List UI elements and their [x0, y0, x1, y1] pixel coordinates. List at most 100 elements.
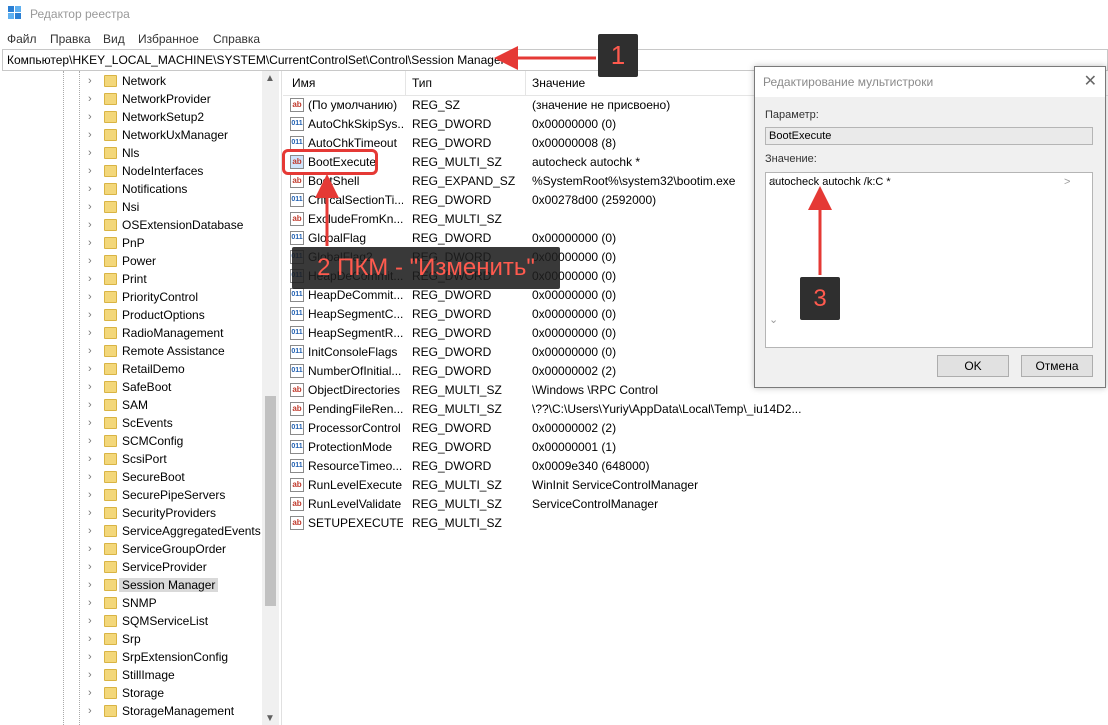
tree-item[interactable]: › OSExtensionDatabase [0, 216, 260, 234]
column-name[interactable]: Имя [292, 76, 315, 90]
expand-chevron-icon[interactable]: › [88, 562, 98, 573]
tree-item[interactable]: › SQMServiceList [0, 612, 260, 630]
tree-item[interactable]: › Srp [0, 630, 260, 648]
column-divider[interactable] [405, 71, 406, 95]
expand-chevron-icon[interactable]: › [88, 130, 98, 141]
scroll-down-icon[interactable]: ▼ [265, 713, 275, 724]
menu-edit[interactable]: Правка [50, 32, 91, 46]
menu-view[interactable]: Вид [103, 32, 125, 46]
tree-item[interactable]: › RetailDemo [0, 360, 260, 378]
expand-chevron-icon[interactable]: › [88, 526, 98, 537]
expand-chevron-icon[interactable]: › [88, 436, 98, 447]
expand-chevron-icon[interactable]: › [88, 454, 98, 465]
expand-chevron-icon[interactable]: › [88, 670, 98, 681]
scroll-up-icon[interactable]: ▲ [265, 73, 275, 84]
expand-chevron-icon[interactable]: › [88, 508, 98, 519]
expand-chevron-icon[interactable]: › [88, 220, 98, 231]
expand-chevron-icon[interactable]: › [88, 292, 98, 303]
expand-chevron-icon[interactable]: › [88, 76, 98, 87]
tree-item[interactable]: › NetworkUxManager [0, 126, 260, 144]
tree-item[interactable]: › ProductOptions [0, 306, 260, 324]
expand-chevron-icon[interactable]: › [88, 202, 98, 213]
tree-item[interactable]: › NodeInterfaces [0, 162, 260, 180]
tree-item[interactable]: › SCMConfig [0, 432, 260, 450]
tree-item[interactable]: › SecurePipeServers [0, 486, 260, 504]
expand-chevron-icon[interactable]: › [88, 580, 98, 591]
expand-chevron-icon[interactable]: › [88, 112, 98, 123]
scroll-left-icon[interactable]: < [772, 176, 778, 346]
expand-chevron-icon[interactable]: › [88, 166, 98, 177]
tree-item[interactable]: › StorageManagement [0, 702, 260, 720]
tree-item[interactable]: › Session Manager [0, 576, 260, 594]
expand-chevron-icon[interactable]: › [88, 598, 98, 609]
table-row[interactable]: ab SETUPEXECUTE REG_MULTI_SZ [283, 514, 1108, 533]
menu-file[interactable]: Файл [7, 32, 37, 46]
tree-item[interactable]: › Print [0, 270, 260, 288]
tree-scrollbar[interactable]: ▲ ▼ [262, 71, 279, 725]
expand-chevron-icon[interactable]: › [88, 256, 98, 267]
expand-chevron-icon[interactable]: › [88, 238, 98, 249]
expand-chevron-icon[interactable]: › [88, 382, 98, 393]
tree-item[interactable]: › NetworkProvider [0, 90, 260, 108]
table-row[interactable]: ab RunLevelExecute REG_MULTI_SZ WinInit Ser… [283, 476, 1108, 495]
tree-item[interactable]: › RadioManagement [0, 324, 260, 342]
scrollbar-thumb[interactable] [265, 396, 276, 606]
expand-chevron-icon[interactable]: › [88, 94, 98, 105]
expand-chevron-icon[interactable]: › [88, 706, 98, 717]
tree-item[interactable]: › ServiceGroupOrder [0, 540, 260, 558]
tree-item[interactable]: › Notifications [0, 180, 260, 198]
tree-item[interactable]: › Power [0, 252, 260, 270]
expand-chevron-icon[interactable]: › [88, 652, 98, 663]
tree-item[interactable]: › StillImage [0, 666, 260, 684]
expand-chevron-icon[interactable]: › [88, 688, 98, 699]
tree-item[interactable]: › SrpExtensionConfig [0, 648, 260, 666]
column-type[interactable]: Тип [412, 76, 432, 90]
expand-chevron-icon[interactable]: › [88, 310, 98, 321]
expand-chevron-icon[interactable]: › [88, 274, 98, 285]
tree-item[interactable]: › ServiceProvider [0, 558, 260, 576]
expand-chevron-icon[interactable]: › [88, 184, 98, 195]
tree-item[interactable]: › Network [0, 72, 260, 90]
ok-button[interactable]: OK [937, 355, 1009, 377]
cancel-button[interactable]: Отмена [1021, 355, 1093, 377]
table-row[interactable]: ab RunLevelValidate REG_MULTI_SZ ServiceCon… [283, 495, 1108, 514]
scroll-up-icon[interactable]: ⌃ [769, 176, 1090, 189]
expand-chevron-icon[interactable]: › [88, 418, 98, 429]
tree-item[interactable]: › NetworkSetup2 [0, 108, 260, 126]
expand-chevron-icon[interactable]: › [88, 616, 98, 627]
tree-item[interactable]: › SafeBoot [0, 378, 260, 396]
table-row[interactable]: 011 ResourceTimeo... REG_DWORD 0x0009e340 (… [283, 457, 1108, 476]
expand-chevron-icon[interactable]: › [88, 544, 98, 555]
expand-chevron-icon[interactable]: › [88, 472, 98, 483]
tree-item[interactable]: › PnP [0, 234, 260, 252]
close-icon[interactable]: ✕ [1084, 71, 1097, 91]
tree-item[interactable]: › SAM [0, 396, 260, 414]
expand-chevron-icon[interactable]: › [88, 490, 98, 501]
value-textarea[interactable]: autocheck autochk /k:C * ⌃ ⌄ < > [765, 172, 1093, 348]
table-row[interactable]: ab PendingFileRen... REG_MULTI_SZ \??\C:\Us… [283, 400, 1108, 419]
tree-item[interactable]: › Remote Assistance [0, 342, 260, 360]
tree-item[interactable]: › PriorityControl [0, 288, 260, 306]
expand-chevron-icon[interactable]: › [88, 634, 98, 645]
tree-item[interactable]: › Nls [0, 144, 260, 162]
expand-chevron-icon[interactable]: › [88, 148, 98, 159]
table-row[interactable]: 011 ProcessorControl REG_DWORD 0x00000002 (… [283, 419, 1108, 438]
expand-chevron-icon[interactable]: › [88, 346, 98, 357]
expand-chevron-icon[interactable]: › [88, 400, 98, 411]
tree-item[interactable]: › ServiceAggregatedEvents [0, 522, 261, 540]
tree-item[interactable]: › ScsiPort [0, 450, 260, 468]
tree-item[interactable]: › ScEvents [0, 414, 260, 432]
expand-chevron-icon[interactable]: › [88, 364, 98, 375]
column-divider[interactable] [525, 71, 526, 95]
key-tree[interactable]: › Network › NetworkProvider › NetworkSetup2 › N… [0, 71, 282, 725]
menu-help[interactable]: Справка [213, 32, 260, 46]
tree-item[interactable]: › Nsi [0, 198, 260, 216]
scroll-right-icon[interactable]: > [1064, 176, 1070, 346]
tree-item[interactable]: › SecurityProviders [0, 504, 260, 522]
tree-item[interactable]: › SecureBoot [0, 468, 260, 486]
tree-item[interactable]: › SNMP [0, 594, 260, 612]
table-row[interactable]: 011 ProtectionMode REG_DWORD 0x00000001 (1) [283, 438, 1108, 457]
tree-item[interactable]: › Storage [0, 684, 260, 702]
expand-chevron-icon[interactable]: › [88, 328, 98, 339]
menu-favorites[interactable]: Избранное [138, 32, 199, 46]
